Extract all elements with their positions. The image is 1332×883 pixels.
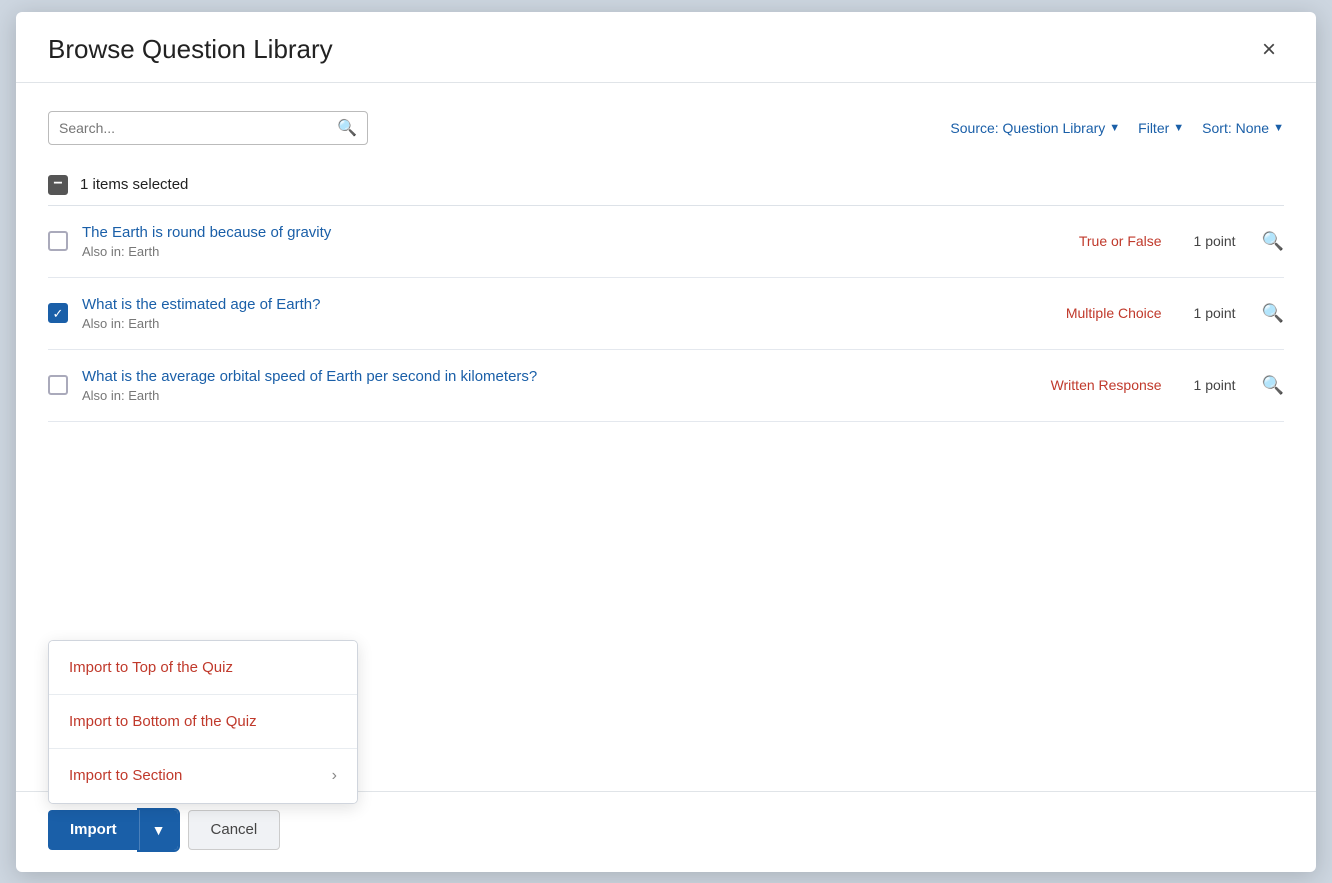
dropdown-item-label: Import to Section: [69, 767, 182, 784]
preview-icon[interactable]: 🔍: [1262, 231, 1284, 252]
question-title[interactable]: What is the average orbital speed of Ear…: [82, 368, 1008, 385]
question-checkbox[interactable]: [48, 231, 68, 251]
search-box: 🔍: [48, 111, 368, 145]
question-points: 1 point: [1176, 305, 1236, 321]
source-chevron-icon: ▼: [1109, 122, 1120, 134]
source-button[interactable]: Source: Question Library ▼: [950, 120, 1120, 136]
question-content: The Earth is round because of gravity Als…: [82, 224, 1008, 259]
dropdown-item[interactable]: Import to Bottom of the Quiz: [49, 695, 357, 749]
import-button[interactable]: Import: [48, 810, 139, 850]
modal-title: Browse Question Library: [48, 34, 333, 65]
selection-bar: − 1 items selected: [48, 165, 1284, 206]
table-row: What is the estimated age of Earth? Also …: [48, 278, 1284, 350]
import-dropdown-chevron-icon: ▼: [152, 822, 166, 838]
modal-header: Browse Question Library ×: [16, 12, 1316, 83]
question-type: Multiple Choice: [1022, 305, 1162, 321]
table-row: The Earth is round because of gravity Als…: [48, 206, 1284, 278]
close-button[interactable]: ×: [1254, 34, 1284, 66]
search-input[interactable]: [59, 120, 331, 136]
question-type: True or False: [1022, 233, 1162, 249]
question-type: Written Response: [1022, 377, 1162, 393]
dropdown-item[interactable]: Import to Top of the Quiz: [49, 641, 357, 695]
indeterminate-checkbox[interactable]: −: [48, 175, 68, 195]
dropdown-item-label: Import to Bottom of the Quiz: [69, 713, 257, 730]
filter-chevron-icon: ▼: [1173, 122, 1184, 134]
selection-count: 1: [80, 176, 88, 193]
sort-chevron-icon: ▼: [1273, 122, 1284, 134]
question-checkbox[interactable]: [48, 303, 68, 323]
question-content: What is the estimated age of Earth? Also …: [82, 296, 1008, 331]
items-selected-text: 1 items selected: [80, 176, 188, 193]
import-dropdown-toggle[interactable]: ▼: [139, 810, 178, 850]
preview-icon[interactable]: 🔍: [1262, 303, 1284, 324]
question-points: 1 point: [1176, 233, 1236, 249]
question-subtitle: Also in: Earth: [82, 244, 1008, 259]
selection-label: items selected: [93, 176, 189, 193]
import-dropdown-menu: Import to Top of the Quiz Import to Botto…: [48, 640, 358, 804]
cancel-button[interactable]: Cancel: [188, 810, 281, 850]
sort-button[interactable]: Sort: None ▼: [1202, 120, 1284, 136]
question-title[interactable]: The Earth is round because of gravity: [82, 224, 1008, 241]
question-title[interactable]: What is the estimated age of Earth?: [82, 296, 1008, 313]
preview-icon[interactable]: 🔍: [1262, 375, 1284, 396]
modal-browse-question-library: Browse Question Library × 🔍 Source: Ques…: [16, 12, 1316, 872]
question-checkbox[interactable]: [48, 375, 68, 395]
dropdown-item[interactable]: Import to Section ›: [49, 749, 357, 803]
question-subtitle: Also in: Earth: [82, 388, 1008, 403]
search-icon: 🔍: [337, 118, 357, 138]
question-content: What is the average orbital speed of Ear…: [82, 368, 1008, 403]
chevron-right-icon: ›: [332, 767, 337, 785]
question-subtitle: Also in: Earth: [82, 316, 1008, 331]
toolbar: 🔍 Source: Question Library ▼ Filter ▼ So…: [48, 111, 1284, 145]
minus-icon: −: [53, 176, 62, 192]
filter-button[interactable]: Filter ▼: [1138, 120, 1184, 136]
table-row: What is the average orbital speed of Ear…: [48, 350, 1284, 422]
dropdown-item-label: Import to Top of the Quiz: [69, 659, 233, 676]
toolbar-right: Source: Question Library ▼ Filter ▼ Sort…: [950, 120, 1284, 136]
question-points: 1 point: [1176, 377, 1236, 393]
